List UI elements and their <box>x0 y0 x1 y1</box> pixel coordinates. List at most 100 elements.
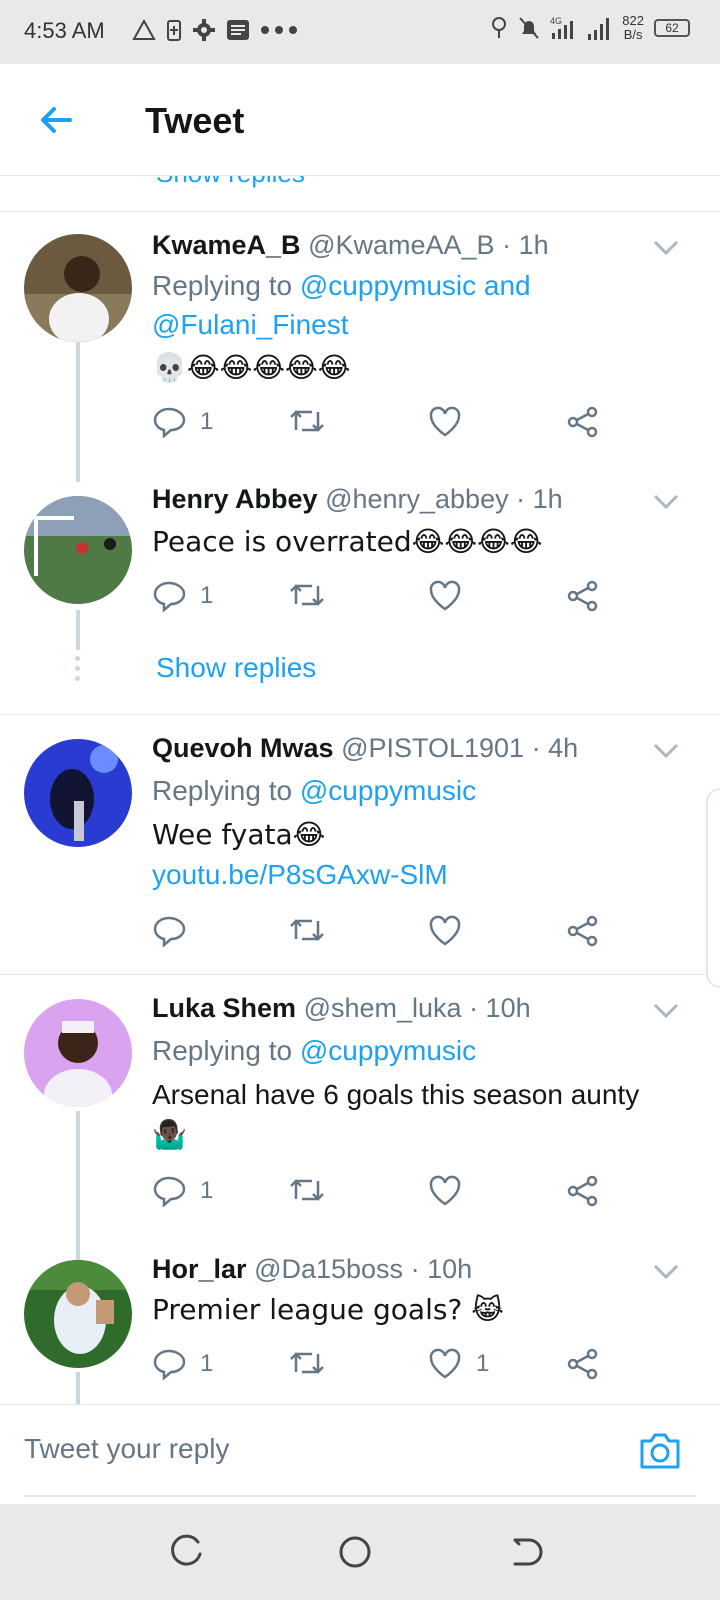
share-button[interactable] <box>566 915 600 947</box>
reply-icon <box>153 916 186 947</box>
mention-link[interactable]: @cuppymusic <box>300 1035 476 1066</box>
scroll-edge-handle[interactable] <box>706 788 720 988</box>
back-arrow-icon[interactable] <box>36 100 76 140</box>
system-nav-bar <box>0 1504 720 1600</box>
reply-icon <box>153 407 186 438</box>
chevron-down-icon[interactable] <box>652 238 680 258</box>
show-replies-link[interactable]: Show replies <box>156 652 316 684</box>
handle[interactable]: @Da15boss <box>254 1254 403 1284</box>
reply-button[interactable]: 1 <box>152 406 213 438</box>
signal-4g-icon: 4G <box>550 16 574 39</box>
chevron-down-icon[interactable] <box>652 1001 680 1021</box>
tweet[interactable]: Hor_lar @Da15boss · 10h Premier league g… <box>0 1238 720 1404</box>
reply-icon <box>153 581 186 612</box>
reply-button[interactable]: 1 <box>152 580 213 612</box>
reply-button[interactable]: 1 <box>152 1175 213 1207</box>
tweet[interactable]: Henry Abbey @henry_abbey · 1h Peace is o… <box>0 470 720 714</box>
heart-icon <box>429 580 461 611</box>
more-icon <box>261 26 297 34</box>
reply-input[interactable]: Tweet your reply <box>24 1433 229 1465</box>
replying-to: Replying to @cuppymusic and @Fulani_Fine… <box>152 270 531 340</box>
reply-icon <box>153 1349 186 1380</box>
retweet-button[interactable] <box>288 915 340 945</box>
tweet-header: Quevoh Mwas @PISTOL1901 · 4h <box>152 733 578 764</box>
reply-composer: Tweet your reply <box>0 1404 720 1500</box>
display-name[interactable]: Hor_lar <box>152 1254 247 1284</box>
avatar[interactable] <box>24 1260 132 1368</box>
tweet-actions: 1 <box>152 580 612 620</box>
tweet-header: Luka Shem @shem_luka · 10h <box>152 993 531 1024</box>
tweet-text: 💀😂😂😂😂😂 <box>152 351 351 384</box>
replying-to: Replying to @cuppymusic <box>152 775 477 806</box>
warning-icon <box>132 19 156 40</box>
avatar[interactable] <box>24 999 132 1107</box>
tweet[interactable]: Quevoh Mwas @PISTOL1901 · 4h Replying to… <box>0 715 720 973</box>
retweet-button[interactable] <box>288 406 340 436</box>
share-icon <box>567 915 598 947</box>
retweet-icon <box>290 1179 324 1201</box>
like-button[interactable] <box>428 406 476 438</box>
tweet-actions: 1 <box>152 406 612 446</box>
display-name[interactable]: Henry Abbey <box>152 484 318 514</box>
avatar[interactable] <box>24 496 132 604</box>
svg-text:4G: 4G <box>550 16 562 26</box>
retweet-button[interactable] <box>288 580 340 610</box>
retweet-icon <box>290 584 324 606</box>
tweet-link[interactable]: youtu.be/P8sGAxw-SlM <box>152 855 448 894</box>
location-icon <box>492 17 507 38</box>
tweet-actions: 1 <box>152 1175 612 1215</box>
avatar[interactable] <box>24 234 132 342</box>
mention-link[interactable]: @cuppymusic <box>300 775 476 806</box>
display-name[interactable]: Quevoh Mwas <box>152 733 334 763</box>
reply-button[interactable] <box>152 915 200 947</box>
battery-indicator: 62 <box>654 19 690 37</box>
like-button[interactable] <box>428 915 476 947</box>
tweet-text: Wee fyata😂 <box>152 818 326 851</box>
share-button[interactable] <box>566 406 600 438</box>
handle[interactable]: @shem_luka <box>304 993 462 1023</box>
tweet[interactable]: Luka Shem @shem_luka · 10h Replying to @… <box>0 975 720 1261</box>
chevron-down-icon[interactable] <box>652 1262 680 1282</box>
avatar[interactable] <box>24 739 132 847</box>
timestamp: · 10h <box>410 1254 473 1284</box>
retweet-button[interactable] <box>288 1175 340 1205</box>
display-name[interactable]: KwameA_B <box>152 230 301 260</box>
share-icon <box>567 406 598 438</box>
status-time: 4:53 AM <box>24 18 105 43</box>
share-button[interactable] <box>566 1348 600 1380</box>
like-button[interactable] <box>428 580 476 612</box>
show-replies-link[interactable]: Show replies <box>156 176 305 189</box>
display-name[interactable]: Luka Shem <box>152 993 296 1023</box>
heart-icon <box>429 1348 461 1379</box>
home-icon[interactable] <box>337 1534 373 1570</box>
like-button[interactable]: 1 <box>428 1348 489 1380</box>
share-button[interactable] <box>566 580 600 612</box>
chevron-down-icon[interactable] <box>652 741 680 761</box>
retweet-icon <box>290 919 324 941</box>
recent-apps-icon[interactable] <box>168 1534 204 1570</box>
share-button[interactable] <box>566 1175 600 1207</box>
camera-icon[interactable] <box>638 1431 682 1471</box>
retweet-icon <box>290 1352 324 1374</box>
share-icon <box>567 1175 598 1207</box>
handle[interactable]: @PISTOL1901 <box>341 733 524 763</box>
battery-saver-icon <box>167 20 181 41</box>
tweet-header: Henry Abbey @henry_abbey · 1h <box>152 484 563 515</box>
back-nav-icon[interactable] <box>507 1534 543 1570</box>
replying-to: Replying to @cuppymusic <box>152 1035 477 1066</box>
tweet-text: Arsenal have 6 goals this season aunty <box>152 1079 640 1110</box>
tweet-text: Premier league goals? 😹 <box>152 1293 504 1326</box>
partial-show-replies: Show replies <box>0 176 720 212</box>
tweet[interactable]: KwameA_B @KwameAA_B · 1h Replying to @cu… <box>0 212 720 482</box>
mute-icon <box>519 17 540 39</box>
share-icon <box>567 580 598 612</box>
retweet-button[interactable] <box>288 1348 340 1378</box>
tweet-header: KwameA_B @KwameAA_B · 1h <box>152 230 549 261</box>
network-speed: 822 B/s <box>622 13 644 42</box>
like-button[interactable] <box>428 1175 476 1207</box>
handle[interactable]: @henry_abbey <box>325 484 509 514</box>
handle[interactable]: @KwameAA_B <box>308 230 494 260</box>
reply-button[interactable]: 1 <box>152 1348 213 1380</box>
chevron-down-icon[interactable] <box>652 492 680 512</box>
gear-icon <box>193 19 215 41</box>
